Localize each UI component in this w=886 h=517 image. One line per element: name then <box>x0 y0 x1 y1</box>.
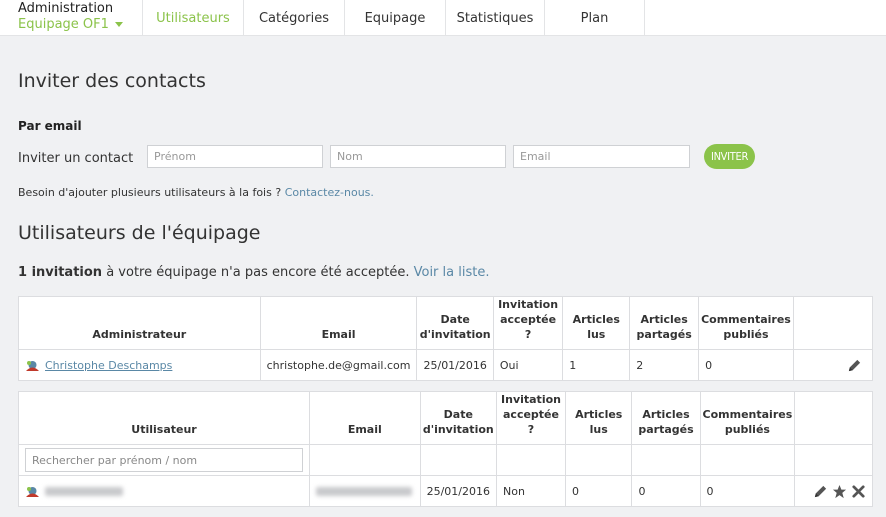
tab-utilisateurs[interactable]: Utilisateurs <box>142 0 243 36</box>
empty-cell <box>631 444 701 476</box>
see-list-link[interactable]: Voir la liste. <box>414 265 490 280</box>
app-title: Administration <box>18 1 114 16</box>
admin-actions-cell <box>792 349 874 381</box>
table-row: 25/01/2016 Non 0 0 0 <box>18 475 873 507</box>
admin-name-cell: Christophe Deschamps <box>18 349 261 381</box>
blurred-user-email <box>316 487 412 496</box>
col-header: Invitation acceptée ? <box>496 391 566 445</box>
col-header: Invitation acceptée ? <box>492 296 564 350</box>
nav-tabs: Utilisateurs Catégories Equipage Statist… <box>142 0 645 36</box>
tab-equipage[interactable]: Equipage <box>344 0 445 36</box>
tab-label: Utilisateurs <box>156 10 230 26</box>
user-date-cell: 25/01/2016 <box>419 475 498 507</box>
table-header-row: Utilisateur Email Date d'invitation Invi… <box>18 391 873 445</box>
col-header: Commentaires publiés <box>698 296 794 350</box>
col-header: Commentaires publiés <box>699 391 796 445</box>
admin-table: Administrateur Email Date d'invitation I… <box>18 296 874 381</box>
invite-button[interactable]: INVITER <box>704 144 755 169</box>
empty-cell <box>419 444 498 476</box>
help-line: Besoin d'ajouter plusieurs utilisateurs … <box>18 186 374 199</box>
col-header: Articles lus <box>564 391 633 445</box>
last-name-input[interactable] <box>330 145 506 168</box>
empty-cell <box>496 444 566 476</box>
filter-row <box>18 444 873 476</box>
table-header-row: Administrateur Email Date d'invitation I… <box>18 296 874 350</box>
tab-plan[interactable]: Plan <box>544 0 645 36</box>
pending-text: à votre équipage n'a pas encore été acce… <box>106 265 410 280</box>
help-text: Besoin d'ajouter plusieurs utilisateurs … <box>18 186 282 199</box>
pending-count: 1 invitation <box>18 265 103 280</box>
close-icon[interactable] <box>851 484 866 499</box>
user-name-cell <box>18 475 310 507</box>
col-header: Date d'invitation <box>416 296 494 350</box>
table-row: Christophe Deschamps christophe.de@gmail… <box>18 349 874 381</box>
empty-cell <box>564 444 633 476</box>
avatar-icon <box>26 360 39 371</box>
user-email-cell <box>309 475 421 507</box>
by-email-label: Par email <box>18 119 82 133</box>
admin-read-cell: 1 <box>562 349 631 381</box>
pending-line: 1 invitation à votre équipage n'a pas en… <box>18 265 489 280</box>
top-bar: Administration Equipage OF1 Utilisateurs… <box>0 0 886 36</box>
admin-email-cell: christophe.de@gmail.com <box>259 349 418 381</box>
col-header-actions <box>792 296 874 350</box>
tab-label: Catégories <box>258 10 330 26</box>
admin-name-link[interactable]: Christophe Deschamps <box>45 359 172 372</box>
tab-label: Statistiques <box>456 10 534 26</box>
col-header: Administrateur <box>18 296 261 350</box>
user-actions-cell <box>794 475 873 507</box>
col-header: Articles partagés <box>629 296 700 350</box>
admin-accepted-cell: Oui <box>492 349 564 381</box>
col-header: Date d'invitation <box>419 391 498 445</box>
empty-cell <box>794 444 873 476</box>
search-input[interactable] <box>25 448 303 472</box>
empty-cell <box>309 444 421 476</box>
first-name-input[interactable] <box>147 145 323 168</box>
empty-cell <box>699 444 796 476</box>
blurred-user-name[interactable] <box>45 487 123 496</box>
caret-down-icon <box>114 22 123 27</box>
search-cell <box>18 444 310 476</box>
user-table: Utilisateur Email Date d'invitation Invi… <box>18 391 873 507</box>
tab-label: Equipage <box>364 10 426 26</box>
email-input[interactable] <box>513 145 690 168</box>
pencil-icon[interactable] <box>813 484 828 499</box>
star-icon[interactable] <box>832 484 847 499</box>
tab-label: Plan <box>580 10 609 26</box>
tab-categories[interactable]: Catégories <box>243 0 344 36</box>
tab-statistiques[interactable]: Statistiques <box>445 0 544 36</box>
col-header: Utilisateur <box>18 391 310 445</box>
contact-us-link[interactable]: Contactez-nous. <box>285 186 374 199</box>
brand: Administration Equipage OF1 <box>18 1 123 34</box>
col-header: Articles partagés <box>631 391 701 445</box>
admin-date-cell: 25/01/2016 <box>416 349 494 381</box>
admin-shared-cell: 2 <box>629 349 700 381</box>
user-shared-cell: 0 <box>631 475 701 507</box>
invite-contact-label: Inviter un contact <box>18 151 134 166</box>
user-comments-cell: 0 <box>699 475 796 507</box>
crew-selector[interactable]: Equipage OF1 <box>18 16 123 34</box>
admin-comments-cell: 0 <box>698 349 794 381</box>
col-header-actions <box>794 391 873 445</box>
users-heading: Utilisateurs de l'équipage <box>18 222 261 244</box>
col-header: Email <box>259 296 418 350</box>
user-read-cell: 0 <box>564 475 633 507</box>
pencil-icon[interactable] <box>847 358 862 373</box>
user-accepted-cell: Non <box>496 475 566 507</box>
invite-heading: Inviter des contacts <box>18 70 206 92</box>
col-header: Articles lus <box>562 296 631 350</box>
col-header: Email <box>309 391 421 445</box>
avatar-icon <box>26 486 39 497</box>
crew-name: Equipage OF1 <box>18 17 109 32</box>
